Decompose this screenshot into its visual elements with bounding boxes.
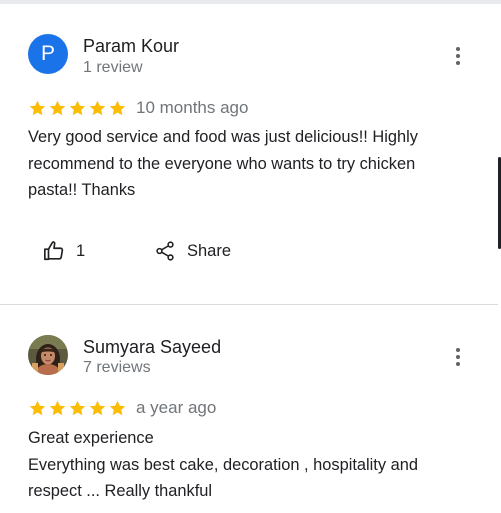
share-icon (154, 240, 176, 262)
more-options-button[interactable] (446, 44, 470, 68)
star-icon (48, 99, 67, 118)
star-icon (48, 399, 67, 418)
reviewer-review-count[interactable]: 1 review (83, 58, 143, 78)
review-text-line: Great experience (28, 429, 154, 447)
review-date: a year ago (136, 398, 217, 417)
review-card: Sumyara Sayeed 7 reviews a year ago Grea… (0, 305, 498, 513)
review-text-line: pasta!! Thanks (28, 181, 136, 199)
reviewer-name[interactable]: Param Kour (83, 35, 179, 57)
avatar[interactable]: P (28, 34, 68, 74)
reviewer-review-count[interactable]: 7 reviews (83, 358, 151, 378)
reviews-panel: P Param Kour 1 review 10 months ago Very… (0, 0, 501, 513)
star-icon (88, 399, 107, 418)
share-label: Share (187, 242, 232, 260)
like-button[interactable]: 1 (43, 238, 85, 264)
rating-row: 10 months ago (28, 97, 248, 119)
review-text: Great experience Everything was best cak… (28, 425, 478, 505)
star-icon (28, 399, 47, 418)
reviewer-name[interactable]: Sumyara Sayeed (83, 336, 221, 358)
star-icon (108, 399, 127, 418)
avatar[interactable] (28, 335, 68, 375)
star-rating (28, 99, 128, 118)
like-count: 1 (76, 242, 86, 260)
review-text: Very good service and food was just deli… (28, 124, 478, 204)
review-text-line: recommend to the everyone who wants to t… (28, 154, 416, 173)
review-text-line: Very good service and food was just deli… (28, 128, 418, 146)
more-vert-icon (456, 348, 460, 352)
review-date: 10 months ago (136, 98, 249, 117)
star-icon (108, 99, 127, 118)
star-icon (68, 99, 87, 118)
review-text-line: Everything was best cake, decoration , h… (28, 455, 418, 474)
more-options-button[interactable] (446, 345, 470, 369)
review-card: P Param Kour 1 review 10 months ago Very… (0, 0, 498, 304)
review-text-line: respect ... Really thankful (28, 482, 213, 500)
star-icon (88, 99, 107, 118)
rating-row: a year ago (28, 397, 216, 419)
share-button[interactable]: Share (154, 238, 231, 264)
more-vert-icon (456, 47, 460, 51)
star-icon (28, 99, 47, 118)
star-icon (68, 399, 87, 418)
star-rating (28, 399, 128, 418)
thumbs-up-icon (43, 240, 65, 262)
profile-photo (28, 335, 68, 375)
